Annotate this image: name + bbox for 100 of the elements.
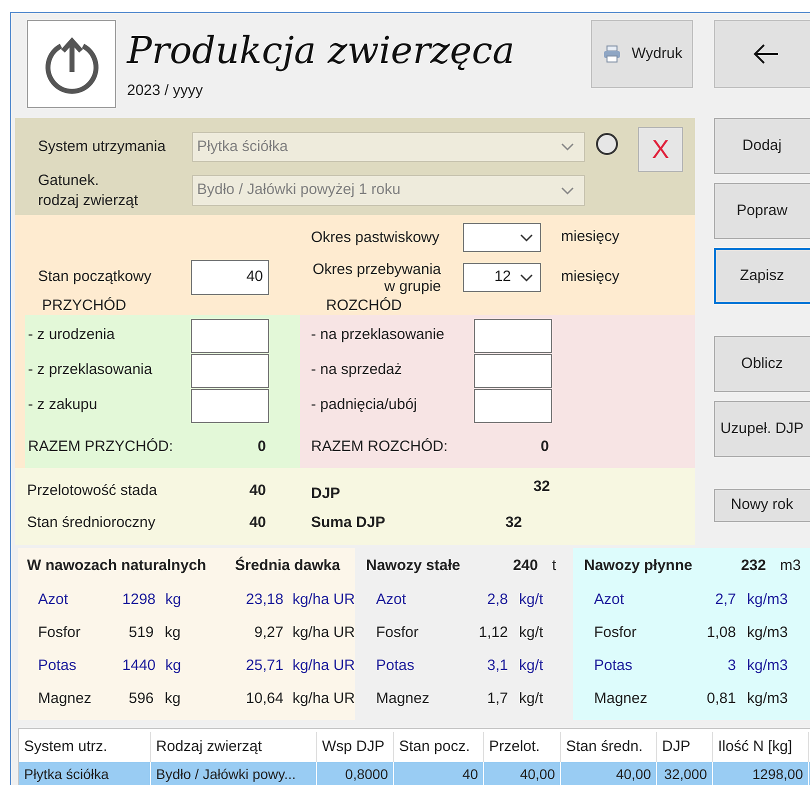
unit-label: kg/t [519,590,544,610]
field-label: - na sprzedaż [311,360,403,380]
side-button[interactable]: Zapisz [714,248,810,304]
number-field[interactable] [474,388,552,422]
dropdown[interactable]: 12 [463,263,541,292]
side-button[interactable]: Oblicz [714,336,810,392]
unit-label: kg/m3 [747,590,788,610]
nutrient-name: Magnez [376,689,430,710]
group-title: PRZYCHÓD [42,298,128,314]
dose-value: 25,71 [244,656,284,676]
nutrient-name: Potas [37,656,78,676]
table-row[interactable]: Płytka ściółka Bydło / Jałówki powy... 0,8000 40 40,00 40,00 32,000 1298,00 [19,762,810,785]
unit-label: kg/ha UR [291,623,355,644]
print-button[interactable]: Wydruk [591,20,693,88]
dose-value: 23,18 [244,590,284,610]
nutrient-name: Azot [37,590,70,610]
table-cell: 1298,00 [713,762,809,785]
table-cell: 40,00 [561,762,657,785]
unit-label: kg/t [519,656,544,676]
summary-value: 40 [249,512,266,533]
total-value: 0 [256,436,266,457]
side-button[interactable]: Dodaj [714,118,810,174]
nutrient-name: Magnez [37,689,92,710]
rate-value: 0,81 [706,689,736,710]
side-button[interactable]: Nowy rok [714,489,810,522]
unit-label: kg [164,689,182,710]
amount-value: 519 [128,623,154,644]
unit-label: kg/m3 [747,656,788,676]
table-cell: 0,8000 [317,762,394,785]
number-field[interactable] [474,318,552,352]
field-label: Okres pastwiskowy [310,229,440,246]
unit-label: t [552,556,556,576]
group-title: ROZCHÓD [326,298,402,314]
nutrient-name: Fosfor [594,623,637,644]
total-value: 0 [540,436,549,457]
field-label: Gatunek. rodzaj zwierząt [37,170,140,210]
back-arrow-icon [753,44,779,64]
field-label: - z przeklasowania [28,360,154,380]
unit-label: kg [164,590,182,610]
unit-label: miesięcy [561,267,620,288]
summary-label: Przelotowość stada [27,480,158,501]
dose-value: 10,64 [244,689,284,710]
side-button[interactable]: Popraw [714,183,810,239]
total-label: RAZEM ROZCHÓD: [311,436,449,457]
section-title: Nawozy stałe [366,556,460,576]
nutrient-name: Fosfor [37,623,82,644]
summary-label: Stan średnioroczny [27,512,156,533]
field-label: Stan początkowy [37,267,152,288]
nutrient-name: Azot [594,590,624,610]
chevron-icon [520,274,533,282]
table-cell: 32,000 [657,762,713,785]
table-cell: 40 [394,762,484,785]
field-label: - padnięcia/ubój [311,395,418,416]
table-cell: Płytka ściółka [19,762,151,785]
rate-value: 1,12 [478,623,508,644]
number-field[interactable] [191,318,269,352]
field-label: Okres przebywania w grupie [312,260,442,294]
nutrient-name: Magnez [594,689,648,710]
unit-label: kg/m3 [747,689,788,710]
field-label: - z zakupu [28,395,98,416]
dropdown[interactable] [463,223,541,252]
chevron-icon [520,234,533,242]
amount-value: 596 [128,689,154,710]
field-label: System utrzymania [37,137,167,157]
nutrient-name: Fosfor [376,623,419,644]
djp-label: DJP [311,484,340,504]
side-button[interactable]: Uzupeł. DJP [714,401,810,457]
rate-value: 1,08 [706,623,736,644]
table-cell: 40,00 [484,762,561,785]
unit-label: kg/ha UR [291,689,355,710]
number-field[interactable] [191,388,269,422]
summary-value: 40 [249,480,266,501]
year-label: 2023 / yyyy [127,82,204,100]
clear-button[interactable]: X [638,127,683,172]
number-field[interactable] [474,354,552,388]
field-label: - na przeklasowanie [311,325,446,346]
chevron-icon [561,143,574,151]
unit-label: kg/ha UR [291,590,355,610]
amount-value: 240 [512,556,538,576]
djp-label: Suma DJP [311,512,386,533]
number-field[interactable]: 40 [191,260,269,295]
printer-icon [602,44,622,64]
section-title: Średnia dawka [235,556,340,576]
amount-value: 232 [740,556,766,576]
djp-value: 32 [533,477,550,498]
radio-button[interactable] [596,133,618,155]
nutrient-name: Potas [376,656,414,676]
chevron-icon [561,186,574,194]
rate-value: 3,1 [487,656,508,676]
rate-value: 3 [728,656,736,676]
unit-label: kg/ha UR [291,656,355,676]
number-field[interactable] [191,354,269,388]
nutrient-name: Potas [594,656,632,676]
unit-label: kg/t [519,623,544,644]
unit-label: kg/m3 [747,623,788,644]
table-cell: Bydło / Jałówki powy... [151,762,317,785]
unit-label: kg [164,623,182,644]
unit-label: kg [164,656,182,676]
amount-value: 1440 [122,656,154,676]
field-label: - z urodzenia [28,325,116,346]
